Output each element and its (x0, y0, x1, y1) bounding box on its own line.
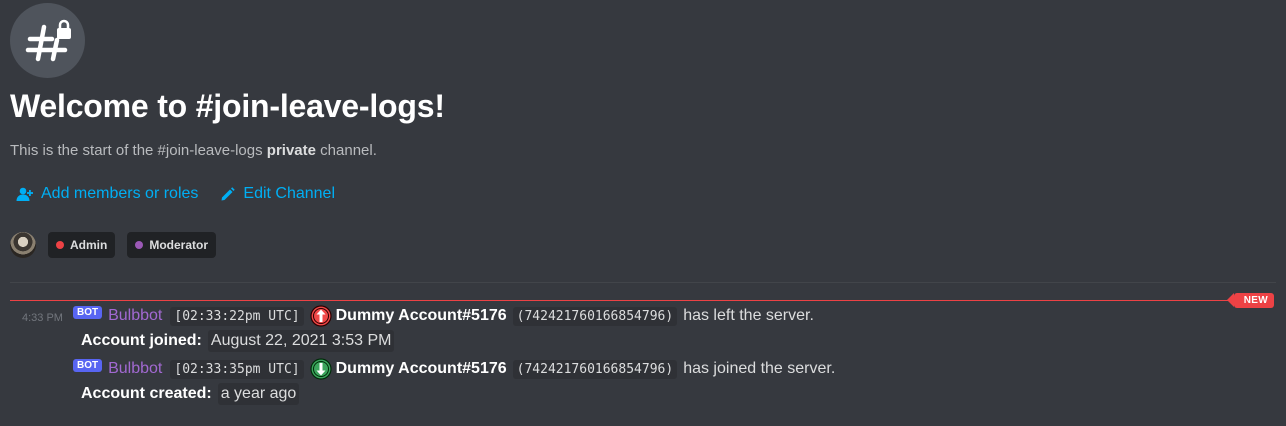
divider (10, 282, 1276, 283)
field-value: August 22, 2021 3:53 PM (207, 330, 395, 352)
embed-field: Account joined: August 22, 2021 3:53 PM (81, 330, 395, 352)
author-name[interactable]: Bulbbot (108, 360, 162, 378)
add-members-button[interactable]: Add members or roles (16, 185, 198, 203)
add-person-icon (16, 187, 33, 201)
account-name: Dummy Account#5176 (335, 307, 507, 324)
channel-actions: Add members or roles Edit Channel (16, 185, 335, 203)
event-action: has joined the server. (683, 360, 836, 377)
role-color-dot (56, 241, 64, 249)
arrow-down-green-icon (310, 358, 332, 380)
role-pill-admin[interactable]: Admin (48, 232, 116, 258)
event-action: has left the server. (683, 307, 814, 324)
event-time-code: [02:33:35pm UTC] (170, 359, 304, 379)
field-label: Account joined: (81, 332, 202, 349)
message-timestamp[interactable]: 4:33 PM (22, 312, 63, 324)
edit-channel-label: Edit Channel (243, 185, 336, 202)
avatar[interactable] (10, 232, 36, 258)
role-color-dot (135, 241, 144, 249)
message-row: BOT Bulbbot [02:33:22pm UTC] Dummy Accou… (73, 305, 814, 327)
page-title: Welcome to #join-leave-logs! (10, 88, 445, 124)
arrow-up-red-icon (310, 305, 332, 327)
locked-hashtag-icon (25, 19, 71, 62)
field-value: a year ago (217, 383, 300, 405)
edit-channel-button[interactable]: Edit Channel (220, 185, 335, 203)
role-name: Moderator (149, 238, 209, 252)
channel-icon (10, 3, 85, 78)
message-row: BOT Bulbbot [02:33:35pm UTC] Dummy Accou… (73, 358, 835, 380)
add-members-label: Add members or roles (41, 185, 199, 202)
user-id: (742421760166854796) (512, 306, 678, 326)
event-time-code: [02:33:22pm UTC] (170, 306, 304, 326)
bot-tag: BOT (73, 305, 103, 319)
author-name[interactable]: Bulbbot (108, 307, 162, 325)
role-name: Admin (70, 238, 108, 252)
channel-permissions-row: Admin Moderator (10, 232, 217, 258)
embed-field: Account created: a year ago (81, 383, 300, 405)
new-messages-divider (10, 300, 1272, 301)
pencil-icon (221, 186, 236, 200)
bot-tag: BOT (73, 358, 103, 372)
account-name: Dummy Account#5176 (335, 360, 507, 377)
user-id: (742421760166854796) (512, 359, 678, 379)
new-messages-badge: NEW (1226, 293, 1274, 308)
field-label: Account created: (81, 385, 212, 402)
channel-description: This is the start of the #join-leave-log… (10, 142, 377, 159)
role-pill-moderator[interactable]: Moderator (127, 232, 217, 258)
